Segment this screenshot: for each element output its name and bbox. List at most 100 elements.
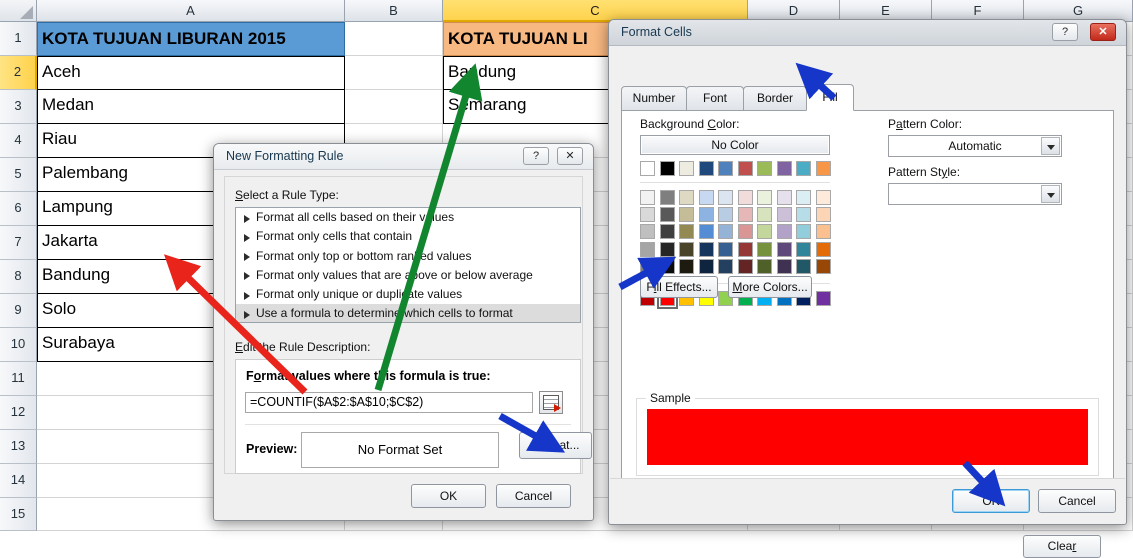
rule-type-item-4[interactable]: Format only unique or duplicate values bbox=[236, 285, 580, 304]
theme-color-0-0[interactable] bbox=[640, 190, 655, 205]
theme-color-1-3[interactable] bbox=[698, 207, 714, 223]
no-color-button[interactable]: No Color bbox=[640, 135, 830, 155]
pattern-style-combo[interactable] bbox=[888, 183, 1062, 205]
nfr-cancel-button[interactable]: Cancel bbox=[496, 484, 571, 508]
theme-color-1-4[interactable] bbox=[718, 207, 733, 223]
theme-color-0-2[interactable] bbox=[679, 190, 694, 205]
cell-A1[interactable]: KOTA TUJUAN LIBURAN 2015 bbox=[37, 22, 345, 56]
theme-color-4-6[interactable] bbox=[757, 258, 772, 274]
row-header-8[interactable]: 8 bbox=[0, 260, 37, 294]
theme-color-3-6[interactable] bbox=[757, 241, 772, 257]
theme-color-4-7[interactable] bbox=[776, 258, 792, 274]
tab-fill[interactable]: Fill bbox=[806, 84, 854, 111]
theme-color-3-8[interactable] bbox=[796, 241, 811, 257]
nfr-ok-button[interactable]: OK bbox=[411, 484, 486, 508]
theme-color-3-5[interactable] bbox=[737, 241, 753, 257]
column-header-b[interactable]: B bbox=[345, 0, 443, 22]
theme-color-0-3[interactable] bbox=[698, 190, 714, 205]
theme-color-2-4[interactable] bbox=[718, 224, 733, 240]
row-header-14[interactable]: 14 bbox=[0, 464, 37, 498]
theme-color-0-5[interactable] bbox=[737, 190, 753, 205]
row-header-6[interactable]: 6 bbox=[0, 192, 37, 226]
rule-type-item-1[interactable]: Format only cells that contain bbox=[236, 227, 580, 246]
row-header-3[interactable]: 3 bbox=[0, 90, 37, 124]
theme-color-top-3[interactable] bbox=[698, 161, 714, 176]
theme-color-1-6[interactable] bbox=[757, 207, 772, 223]
tab-number[interactable]: Number bbox=[621, 86, 687, 111]
fc-close-button[interactable]: ✕ bbox=[1090, 23, 1116, 41]
theme-color-top-8[interactable] bbox=[796, 161, 811, 176]
nfr-help-button[interactable]: ? bbox=[523, 147, 549, 165]
row-header-9[interactable]: 9 bbox=[0, 294, 37, 328]
tab-font[interactable]: Font bbox=[686, 86, 744, 111]
theme-color-top-5[interactable] bbox=[737, 161, 753, 176]
chevron-down-icon[interactable] bbox=[1041, 185, 1060, 203]
theme-color-2-0[interactable] bbox=[640, 224, 655, 240]
formula-input[interactable]: =COUNTIF($A$2:$A$10;$C$2) bbox=[245, 392, 533, 413]
theme-color-top-1[interactable] bbox=[659, 161, 675, 176]
theme-color-2-5[interactable] bbox=[737, 224, 753, 240]
rule-type-item-5[interactable]: Use a formula to determine which cells t… bbox=[236, 304, 580, 322]
column-header-a[interactable]: A bbox=[37, 0, 345, 22]
more-colors-button[interactable]: More Colors... bbox=[728, 276, 812, 298]
pattern-color-combo[interactable]: Automatic bbox=[888, 135, 1062, 157]
standard-color-9[interactable] bbox=[815, 291, 831, 306]
theme-color-1-2[interactable] bbox=[679, 207, 694, 223]
cell-B2[interactable] bbox=[345, 56, 443, 90]
theme-color-1-9[interactable] bbox=[815, 207, 831, 223]
theme-color-0-9[interactable] bbox=[815, 190, 831, 205]
theme-color-1-8[interactable] bbox=[796, 207, 811, 223]
theme-color-2-9[interactable] bbox=[815, 224, 831, 240]
row-header-4[interactable]: 4 bbox=[0, 124, 37, 158]
row-header-1[interactable]: 1 bbox=[0, 22, 37, 56]
cell-A3[interactable]: Medan bbox=[37, 90, 345, 124]
cell-A2[interactable]: Aceh bbox=[37, 56, 345, 90]
theme-color-0-8[interactable] bbox=[796, 190, 811, 205]
rule-type-item-0[interactable]: Format all cells based on their values bbox=[236, 208, 580, 227]
fc-help-button[interactable]: ? bbox=[1052, 23, 1078, 41]
theme-color-4-1[interactable] bbox=[659, 258, 675, 274]
theme-color-top-7[interactable] bbox=[776, 161, 792, 176]
theme-color-3-4[interactable] bbox=[718, 241, 733, 257]
theme-color-3-9[interactable] bbox=[815, 241, 831, 257]
row-header-11[interactable]: 11 bbox=[0, 362, 37, 396]
rule-type-item-3[interactable]: Format only values that are above or bel… bbox=[236, 266, 580, 285]
theme-color-3-7[interactable] bbox=[776, 241, 792, 257]
theme-color-0-7[interactable] bbox=[776, 190, 792, 205]
theme-color-1-5[interactable] bbox=[737, 207, 753, 223]
fc-cancel-button[interactable]: Cancel bbox=[1038, 489, 1116, 513]
tab-border[interactable]: Border bbox=[743, 86, 807, 111]
theme-color-4-2[interactable] bbox=[679, 258, 694, 274]
fc-ok-button[interactable]: OK bbox=[952, 489, 1030, 513]
theme-color-3-3[interactable] bbox=[698, 241, 714, 257]
theme-color-4-5[interactable] bbox=[737, 258, 753, 274]
cell-B1[interactable] bbox=[345, 22, 443, 56]
theme-color-top-4[interactable] bbox=[718, 161, 733, 176]
theme-color-2-6[interactable] bbox=[757, 224, 772, 240]
row-header-13[interactable]: 13 bbox=[0, 430, 37, 464]
range-select-icon[interactable] bbox=[539, 391, 563, 414]
row-header-10[interactable]: 10 bbox=[0, 328, 37, 362]
row-header-7[interactable]: 7 bbox=[0, 226, 37, 260]
theme-color-4-9[interactable] bbox=[815, 258, 831, 274]
chevron-down-icon[interactable] bbox=[1041, 137, 1060, 155]
theme-color-3-0[interactable] bbox=[640, 241, 655, 257]
rule-type-list[interactable]: Format all cells based on their values Fo… bbox=[235, 207, 581, 323]
theme-color-0-1[interactable] bbox=[659, 190, 675, 205]
theme-color-2-8[interactable] bbox=[796, 224, 811, 240]
theme-color-1-7[interactable] bbox=[776, 207, 792, 223]
theme-color-top-0[interactable] bbox=[640, 161, 655, 176]
theme-color-3-1[interactable] bbox=[659, 241, 675, 257]
nfr-close-button[interactable]: ✕ bbox=[557, 147, 583, 165]
format-button[interactable]: Format... bbox=[519, 432, 592, 459]
rule-type-item-2[interactable]: Format only top or bottom ranked values bbox=[236, 247, 580, 266]
theme-color-0-6[interactable] bbox=[757, 190, 772, 205]
theme-color-1-1[interactable] bbox=[659, 207, 675, 223]
theme-color-top-2[interactable] bbox=[679, 161, 694, 176]
theme-color-2-7[interactable] bbox=[776, 224, 792, 240]
theme-color-2-2[interactable] bbox=[679, 224, 694, 240]
theme-color-0-4[interactable] bbox=[718, 190, 733, 205]
theme-color-2-1[interactable] bbox=[659, 224, 675, 240]
theme-color-4-8[interactable] bbox=[796, 258, 811, 274]
fill-effects-button[interactable]: Fill Effects... bbox=[640, 276, 718, 298]
